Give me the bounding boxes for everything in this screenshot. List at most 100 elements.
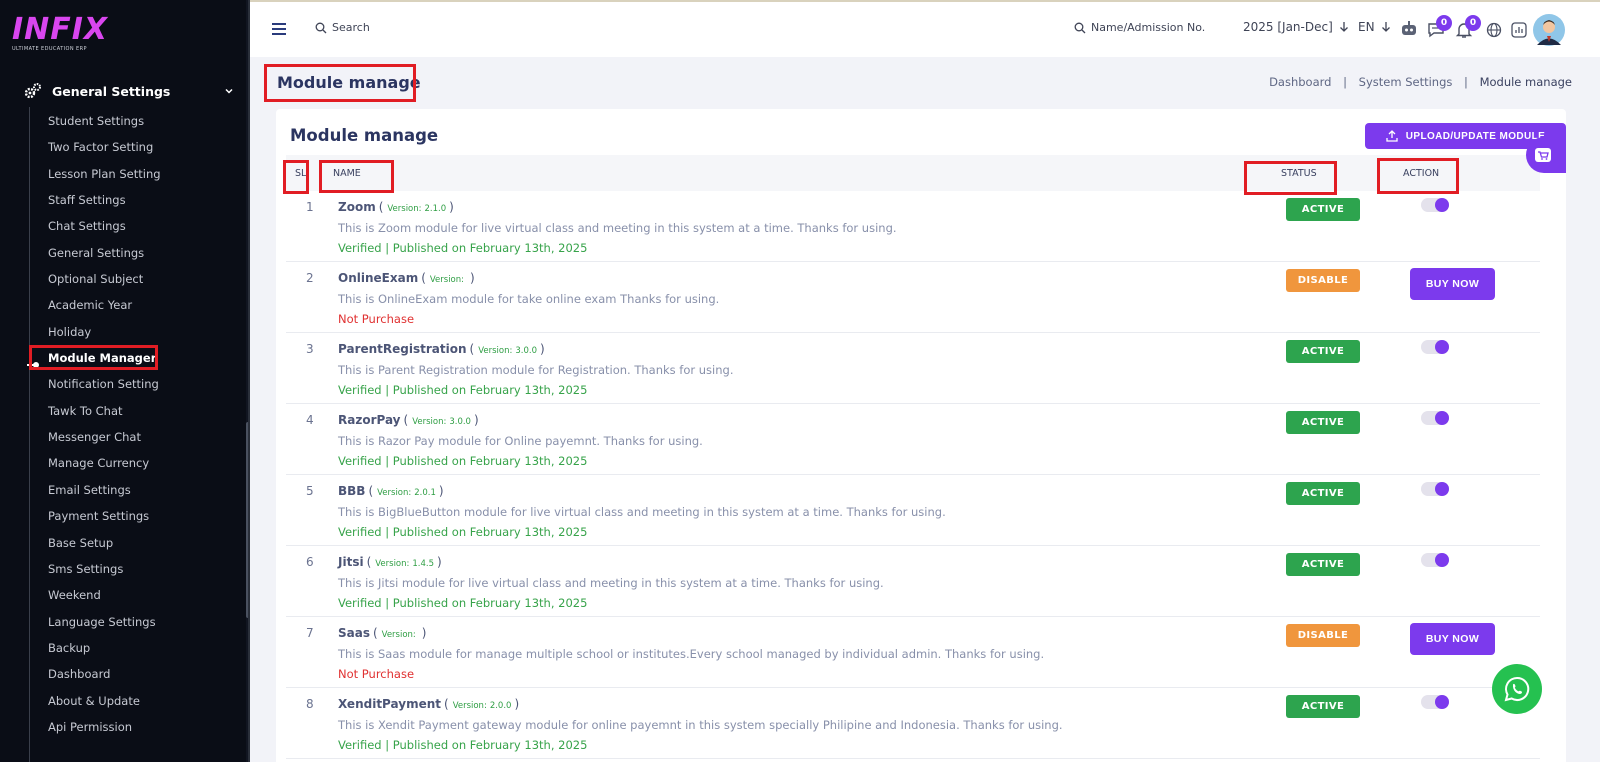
module-toggle[interactable] [1421,482,1449,496]
sidebar-item-holiday[interactable]: Holiday [48,319,238,345]
toggle-knob [1435,553,1449,567]
row-sl: 2 [306,271,314,285]
sidebar-item-staff-settings[interactable]: Staff Settings [48,187,238,213]
version-prefix: Version: [452,701,487,711]
module-status-meta: Verified | Published on February 13th, 2… [338,241,588,255]
version-prefix: Version: [375,559,410,569]
table-row: 4 RazorPay(Version: 3.0.0) This is Razor Pa… [286,404,1540,475]
sidebar-item-base-setup[interactable]: Base Setup [48,530,238,556]
module-status-meta: Verified | Published on February 13th, 2… [338,596,588,610]
sidebar-item-sms-settings[interactable]: Sms Settings [48,556,238,582]
status-badge: ACTIVE [1286,553,1360,576]
version-prefix: Version: [412,417,447,427]
paren-close: ) [539,342,545,356]
module-toggle[interactable] [1421,198,1449,212]
module-toggle[interactable] [1421,340,1449,354]
sidebar-item-tawk-to-chat[interactable]: Tawk To Chat [48,398,238,424]
sidebar-item-weekend[interactable]: Weekend [48,582,238,608]
version-prefix: Version: [478,346,513,356]
breadcrumb-dashboard[interactable]: Dashboard [1269,75,1331,89]
module-description: This is Jitsi module for live virtual cl… [338,576,884,590]
paren-close: ) [514,697,520,711]
globe-icon[interactable] [1486,22,1502,38]
sidebar-item-chat-settings[interactable]: Chat Settings [48,213,238,239]
notification-badge: 0 [1465,15,1481,31]
sidebar-section-general-settings[interactable]: General Settings [24,81,234,101]
sidebar-menu: Student Settings Two Factor Setting Lesson… [48,108,238,740]
cart-icon [1535,148,1551,162]
session-select[interactable]: 2025 [Jan-Dec] [1243,20,1349,34]
sidebar-item-backup[interactable]: Backup [48,635,238,661]
robot-icon[interactable] [1400,20,1418,38]
row-sl: 8 [306,697,314,711]
sidebar-item-payment-settings[interactable]: Payment Settings [48,503,238,529]
module-status-meta: Not Purchase [338,312,415,326]
module-status-meta: Verified | Published on February 13th, 2… [338,383,588,397]
sidebar-item-student-settings[interactable]: Student Settings [48,108,238,134]
module-description: This is Saas module for manage multiple … [338,647,1045,661]
sidebar-item-language-settings[interactable]: Language Settings [48,609,238,635]
paren-close: ) [470,271,475,285]
module-name: Zoom [338,200,376,214]
module-description: This is Zoom module for live virtual cla… [338,221,897,235]
module-name-line: BBB(Version: 2.0.1) [338,484,444,498]
cart-button[interactable] [1526,137,1566,173]
row-sl: 6 [306,555,314,569]
sidebar-item-notification-setting[interactable]: Notification Setting [48,371,238,397]
module-version: 2.0.1 [414,488,436,498]
status-badge: ACTIVE [1286,482,1360,505]
brand-logo[interactable]: INFIX ULTIMATE EDUCATION ERP [12,14,108,53]
sidebar-item-manage-currency[interactable]: Manage Currency [48,450,238,476]
student-search-input[interactable]: Name/Admission No. [1091,21,1205,34]
module-status-meta: Verified | Published on February 13th, 2… [338,454,588,468]
page-title: Module manage [277,73,421,92]
module-description: This is Razor Pay module for Online paye… [338,434,703,448]
sidebar-item-general-settings[interactable]: General Settings [48,240,238,266]
version-prefix: Version: [377,488,412,498]
breadcrumb-system-settings[interactable]: System Settings [1359,75,1453,89]
module-description: This is Xendit Payment gateway module fo… [338,718,1063,732]
arrow-down-icon [1381,22,1390,32]
module-toggle[interactable] [1421,695,1449,709]
version-prefix: Version: [429,275,465,285]
table-row: 1 Zoom(Version: 2.1.0) This is Zoom module … [286,191,1540,262]
header-action: ACTION [1403,168,1440,179]
whatsapp-button[interactable] [1492,664,1542,714]
sidebar-item-module-manager[interactable]: Module Manager [48,345,238,371]
search-box[interactable]: Search [315,21,370,34]
header-name: NAME [333,168,361,179]
sidebar-item-api-permission[interactable]: Api Permission [48,714,238,740]
sidebar-item-lesson-plan-setting[interactable]: Lesson Plan Setting [48,161,238,187]
row-sl: 4 [306,413,314,427]
module-toggle[interactable] [1421,553,1449,567]
search-icon [1074,22,1086,33]
sidebar-item-two-factor-setting[interactable]: Two Factor Setting [48,134,238,160]
upload-module-label: UPLOAD/UPDATE MODULE [1405,130,1546,142]
module-version: 3.0.0 [449,417,471,427]
avatar[interactable] [1533,14,1565,46]
sidebar: INFIX ULTIMATE EDUCATION ERP General Set… [0,0,250,762]
sidebar-item-email-settings[interactable]: Email Settings [48,477,238,503]
sidebar-item-about-update[interactable]: About & Update [48,688,238,714]
sidebar-item-dashboard[interactable]: Dashboard [48,661,238,687]
module-name-line: Zoom(Version: 2.1.0) [338,200,454,214]
module-name-line: ParentRegistration(Version: 3.0.0) [338,342,545,356]
module-description: This is BigBlueButton module for live vi… [338,505,946,519]
chart-icon[interactable] [1511,22,1527,38]
sidebar-item-optional-subject[interactable]: Optional Subject [48,266,238,292]
buy-now-button[interactable]: BUY NOW [1410,623,1495,655]
toggle-knob [1435,340,1449,354]
status-badge: ACTIVE [1286,198,1360,221]
paren-open: ( [366,555,372,569]
language-select[interactable]: EN [1358,20,1391,34]
module-version: 2.0.0 [489,701,512,711]
module-card: Module manage UPLOAD/UPDATE MODULE SL NA… [276,109,1566,762]
module-name: Jitsi [338,555,364,569]
menu-toggle-icon[interactable] [272,23,286,35]
module-toggle[interactable] [1421,411,1449,425]
search-input[interactable]: Search [332,21,370,34]
sidebar-item-academic-year[interactable]: Academic Year [48,292,238,318]
sidebar-item-messenger-chat[interactable]: Messenger Chat [48,424,238,450]
buy-now-button[interactable]: BUY NOW [1410,268,1495,300]
student-search-box[interactable]: Name/Admission No. [1074,21,1205,34]
